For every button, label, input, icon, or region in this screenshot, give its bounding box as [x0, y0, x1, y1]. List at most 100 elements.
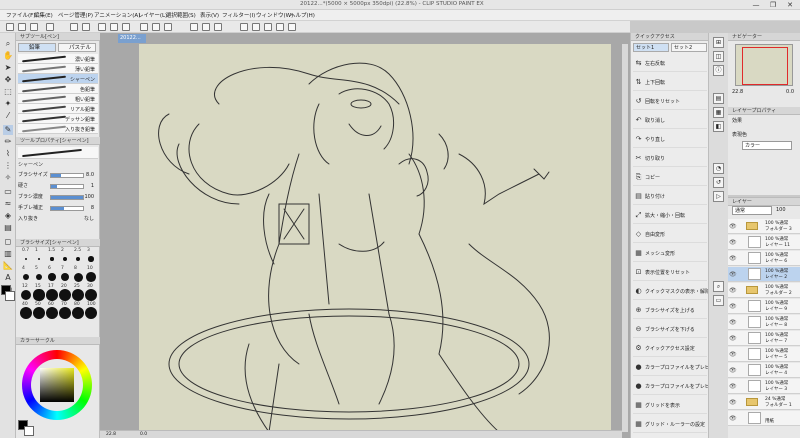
layer-opacity[interactable]: 100: [776, 206, 796, 215]
brush-item-rough-pencil[interactable]: 粗い鉛筆: [18, 94, 98, 104]
perspective-icon[interactable]: [288, 23, 296, 31]
brush-item-taper-pencil[interactable]: 入り抜き鉛筆: [18, 124, 98, 134]
brush-size-dot[interactable]: [62, 256, 68, 262]
quick-access-item[interactable]: ↺ 回転をリセット: [633, 94, 707, 110]
menu-layer[interactable]: レイヤー(L): [138, 11, 167, 19]
snap-ruler-icon[interactable]: [190, 23, 198, 31]
brush-item-sketch-pencil[interactable]: デッサン鉛筆: [18, 114, 98, 124]
material-panel-icon[interactable]: ▤: [713, 93, 724, 104]
clip-studio-icon[interactable]: [46, 23, 54, 31]
brush-size-dot[interactable]: [33, 289, 45, 301]
brush-size-dot[interactable]: [85, 307, 97, 319]
zoom-tool-icon[interactable]: ⌕: [3, 39, 13, 49]
saturation-value-square[interactable]: [40, 368, 74, 402]
brush-size-dot[interactable]: [37, 257, 41, 261]
hand-tool-icon[interactable]: ✋: [3, 51, 13, 61]
brush-size-dot[interactable]: [50, 257, 54, 261]
layer-row[interactable]: 👁 100 %通常 レイヤー 9: [728, 299, 800, 314]
airbrush-tool-icon[interactable]: ⋮: [3, 161, 13, 171]
close-button[interactable]: ✕: [782, 0, 798, 10]
menu-page[interactable]: ページ管理(P): [58, 11, 93, 19]
blend-tool-icon[interactable]: ≈: [3, 199, 13, 209]
brush-size-dot[interactable]: [86, 272, 96, 282]
clear-icon[interactable]: [98, 23, 106, 31]
visibility-eye-icon[interactable]: 👁: [729, 415, 737, 422]
quick-access-item[interactable]: ⇆ 左右反転: [633, 56, 707, 72]
brush-size-dot[interactable]: [73, 272, 83, 282]
layer-row[interactable]: 👁 100 %通常 レイヤー 6: [728, 251, 800, 266]
tab-pencil[interactable]: 鉛筆: [18, 43, 56, 52]
animation-cels-icon[interactable]: ▭: [713, 295, 724, 306]
pen-tool-icon[interactable]: ✎: [3, 125, 13, 135]
menu-file[interactable]: ファイル(F): [6, 11, 35, 19]
pencil-tool-icon[interactable]: ✏: [3, 137, 13, 147]
prop-row-brush-size[interactable]: ブラシサイズ 8.0: [18, 171, 98, 180]
quick-access-item[interactable]: ● カラープロファイルをプレビュー: [633, 379, 720, 395]
quick-access-item[interactable]: ● カラープロファイルをプレビュー設定: [633, 360, 730, 376]
view-rectangle[interactable]: [742, 47, 788, 85]
brush-size-dot[interactable]: [72, 289, 84, 301]
save-icon[interactable]: [30, 23, 38, 31]
visibility-eye-icon[interactable]: 👁: [729, 271, 737, 278]
quick-access-item[interactable]: ⤢ 拡大・縮小・回転: [633, 208, 707, 224]
brush-item-real-pencil[interactable]: リアル鉛筆: [18, 104, 98, 114]
visibility-eye-icon[interactable]: 👁: [729, 287, 737, 294]
flip-icon[interactable]: [276, 23, 284, 31]
open-icon[interactable]: [18, 23, 26, 31]
menu-animation[interactable]: アニメーション(A): [94, 11, 140, 19]
quick-access-item[interactable]: ◇ 自由変形: [633, 227, 707, 243]
layer-row[interactable]: 👁 100 %通常 レイヤー 2: [728, 267, 800, 282]
quick-tab-set1[interactable]: セット1: [633, 43, 669, 52]
layer-row[interactable]: 👁 100 %通常 フォルダー 3: [728, 219, 800, 234]
layer-row[interactable]: 👁 100 %通常 レイヤー 4: [728, 363, 800, 378]
auto-select-tool-icon[interactable]: ✦: [3, 99, 13, 109]
decoration-tool-icon[interactable]: ✧: [3, 173, 13, 183]
brush-item-mechanical-pencil[interactable]: シャーペン: [18, 74, 98, 84]
quick-access-item[interactable]: ◐ クイックマスクの表示・解除: [633, 284, 710, 300]
material-color-icon[interactable]: ◧: [713, 121, 724, 132]
menu-view[interactable]: 表示(V): [200, 11, 219, 19]
layer-row[interactable]: 👁 100 %通常 レイヤー 11: [728, 235, 800, 250]
brush-size-dot[interactable]: [88, 256, 94, 262]
visibility-eye-icon[interactable]: 👁: [729, 303, 737, 310]
quick-access-item[interactable]: ▦ グリッド・ルーラーの設定: [633, 417, 707, 433]
prop-row-hardness[interactable]: 硬さ 1: [18, 182, 98, 191]
quick-access-item[interactable]: ⎘ コピー: [633, 170, 707, 186]
rotate-icon[interactable]: [264, 23, 272, 31]
brush-item-color-pencil[interactable]: 色鉛筆: [18, 84, 98, 94]
visibility-eye-icon[interactable]: 👁: [729, 399, 737, 406]
navigator-zoom-row[interactable]: 22.8 0.0: [732, 88, 798, 97]
eyedropper-tool-icon[interactable]: ⁄: [3, 111, 13, 121]
quick-access-item[interactable]: ▦ メッシュ変形: [633, 246, 707, 262]
blend-mode-select[interactable]: 通常: [732, 206, 772, 215]
navigator-panel-icon[interactable]: ⊞: [713, 37, 724, 48]
layer-row[interactable]: 👁 100 %通常 レイヤー 8: [728, 315, 800, 330]
brush-size-dot[interactable]: [20, 289, 32, 301]
prop-row-stabilization[interactable]: 手ブレ補正 8: [18, 204, 98, 213]
quick-tab-set2[interactable]: セット2: [671, 43, 707, 52]
brush-size-dot[interactable]: [46, 289, 58, 301]
quick-access-item[interactable]: ✂ 切り取り: [633, 151, 707, 167]
visibility-eye-icon[interactable]: 👁: [729, 367, 737, 374]
brush-size-dot[interactable]: [20, 307, 32, 319]
text-tool-icon[interactable]: A: [3, 273, 13, 283]
quick-access-item[interactable]: ▤ 貼り付け: [633, 189, 707, 205]
visibility-eye-icon[interactable]: 👁: [729, 383, 737, 390]
scale-icon[interactable]: [252, 23, 260, 31]
transform-icon[interactable]: [240, 23, 248, 31]
brush-size-dot[interactable]: [72, 307, 84, 319]
brush-tool-icon[interactable]: ⌇: [3, 149, 13, 159]
maximize-button[interactable]: ❐: [765, 0, 781, 10]
visibility-eye-icon[interactable]: 👁: [729, 255, 737, 262]
minimize-button[interactable]: —: [748, 0, 764, 10]
brush-size-dot[interactable]: [46, 307, 58, 319]
move-layer-tool-icon[interactable]: ✥: [3, 75, 13, 85]
color-wheel[interactable]: [22, 350, 92, 420]
undo-icon[interactable]: [70, 23, 78, 31]
layer-row[interactable]: 👁 100 %通常 フォルダー 2: [728, 283, 800, 298]
quick-access-item[interactable]: ⊕ ブラシサイズを上げる: [633, 303, 707, 319]
brush-item-dark-pencil[interactable]: 濃い鉛筆: [18, 54, 98, 64]
visibility-eye-icon[interactable]: 👁: [729, 239, 737, 246]
layer-row[interactable]: 👁 用紙: [728, 411, 800, 426]
quick-access-item[interactable]: ↶ 取り消し: [633, 113, 707, 129]
